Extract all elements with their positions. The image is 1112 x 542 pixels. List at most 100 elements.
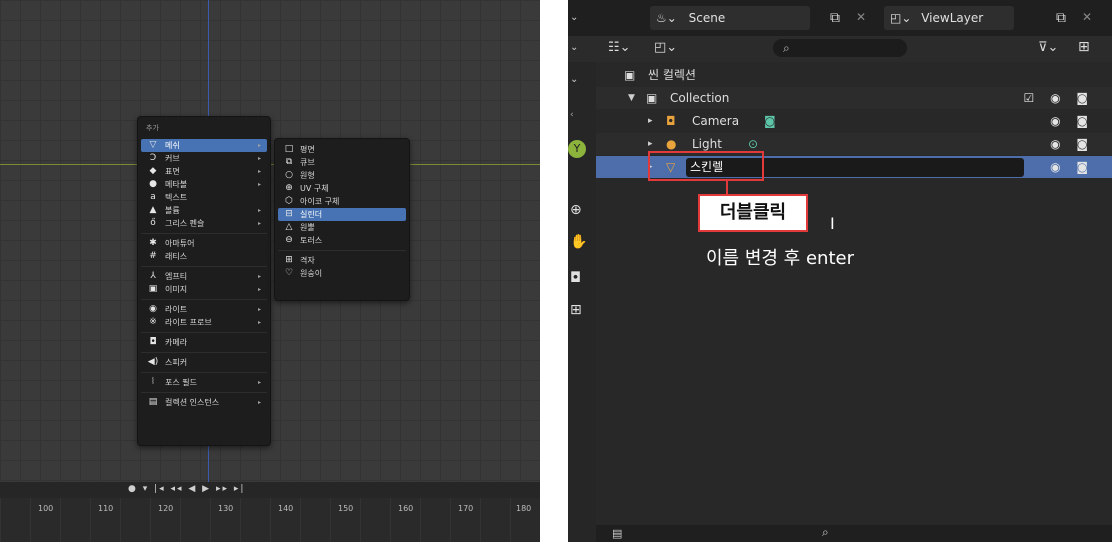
viewlayer-selector[interactable]: ◰⌄ ViewLayer <box>884 6 1014 30</box>
uv-sphere-icon: ⊕ <box>285 183 293 193</box>
zoom-icon[interactable]: ⊕ <box>570 202 582 218</box>
menu-item-label: 원숭이 <box>300 269 323 278</box>
menu-item-label: 메타볼 <box>165 180 188 189</box>
menu-item-curve[interactable]: Ↄ 커브 ▸ <box>141 152 267 165</box>
menu-item-label: 격자 <box>300 256 315 265</box>
row-visibility-icons[interactable]: ◉ ◙ <box>1050 133 1094 155</box>
cone-icon: △ <box>285 222 293 232</box>
menu-item-label: 텍스트 <box>165 193 188 202</box>
filter-icon[interactable]: ⊽⌄ <box>1038 40 1058 55</box>
outliner-row-collection[interactable]: ▼ ▣ Collection ☑ ◉ ◙ <box>596 87 1112 109</box>
submenu-item-cone[interactable]: △ 원뿔 <box>278 221 406 234</box>
submenu-item-circle[interactable]: ○ 원형 <box>278 169 406 182</box>
menu-item-label: UV 구체 <box>300 184 329 193</box>
close-icon[interactable]: ✕ <box>1082 10 1092 24</box>
chevron-left-icon[interactable]: ‹ <box>570 110 574 120</box>
menu-item-surface[interactable]: ◆ 표면 ▸ <box>141 165 267 178</box>
submenu-item-ico-sphere[interactable]: ⬡ 아이코 구체 <box>278 195 406 208</box>
search-icon[interactable]: ⌕ <box>822 525 829 540</box>
submenu-item-cylinder[interactable]: ⊟ 실린더 <box>278 208 406 221</box>
row-visibility-icons[interactable]: ◉ ◙ <box>1050 110 1094 132</box>
submenu-arrow-icon: ▸ <box>257 168 261 175</box>
menu-item-label: 표면 <box>165 167 180 176</box>
menu-item-label: 평면 <box>300 145 315 154</box>
submenu-arrow-icon: ▸ <box>257 379 261 386</box>
chevron-down-icon[interactable]: ⌄ <box>570 42 578 53</box>
menu-item-lattice[interactable]: # 래티스 <box>141 250 267 263</box>
frame-tick: 100 <box>38 504 54 513</box>
menu-item-light-probe[interactable]: ※ 라이트 프로브 ▸ <box>141 316 267 329</box>
scene-selector[interactable]: ♨⌄ Scene <box>650 6 810 30</box>
menu-item-camera[interactable]: ◘ 카메라 <box>141 336 267 349</box>
light-probe-icon: ※ <box>149 317 157 327</box>
menu-item-label: 컬렉션 인스턴스 <box>165 398 220 407</box>
menu-item-speaker[interactable]: ◀) 스피커 <box>141 356 267 369</box>
chevron-down-icon[interactable]: ⌄ <box>570 74 578 85</box>
grease-pencil-icon: ő <box>150 218 156 228</box>
y-axis-gizmo-icon[interactable]: Y <box>568 140 586 158</box>
chevron-down-icon[interactable]: ⌄ <box>570 12 578 23</box>
submenu-item-torus[interactable]: ⊖ 토러스 <box>278 234 406 247</box>
expand-triangle-icon[interactable]: ▼ <box>628 87 635 109</box>
menu-item-mesh[interactable]: ▽ 메쉬 ▸ <box>141 139 267 152</box>
frame-tick: 110 <box>98 504 114 513</box>
frame-tick: 120 <box>158 504 174 513</box>
menu-item-label: 아이코 구체 <box>300 197 340 206</box>
new-collection-icon[interactable]: ⊞ <box>1078 39 1090 55</box>
outliner-row-camera[interactable]: ▸ ◘ Camera ◙ ◉ ◙ <box>596 110 1112 132</box>
editor-type-icon[interactable]: ☷⌄ <box>608 40 631 55</box>
frame-tick: 130 <box>218 504 234 513</box>
menu-item-text[interactable]: a 텍스트 <box>141 191 267 204</box>
menu-separator <box>278 250 406 251</box>
menu-separator <box>141 352 267 353</box>
submenu-item-cube[interactable]: ⧉ 큐브 <box>278 156 406 169</box>
menu-item-metaball[interactable]: ● 메타볼 ▸ <box>141 178 267 191</box>
playback-controls[interactable]: ● ▾ |◂ ◂◂ ◀ ▶ ▸▸ ▸| <box>128 484 245 494</box>
menu-item-force-field[interactable]: ⦚ 포스 필드 ▸ <box>141 376 267 389</box>
submenu-arrow-icon: ▸ <box>257 181 261 188</box>
editor-type-icon[interactable]: ▤ <box>612 527 622 540</box>
submenu-item-grid[interactable]: ⊞ 격자 <box>278 254 406 267</box>
row-visibility-icons[interactable]: ☑ ◉ ◙ <box>1024 87 1095 109</box>
submenu-arrow-icon: ▸ <box>257 273 261 280</box>
menu-item-label: 래티스 <box>165 252 188 261</box>
menu-item-empty[interactable]: ⅄ 엠프티 ▸ <box>141 270 267 283</box>
grid-view-icon[interactable]: ⊞ <box>570 302 582 318</box>
row-visibility-icons[interactable]: ◉ ◙ <box>1050 156 1094 178</box>
submenu-item-monkey[interactable]: ♡ 원숭이 <box>278 267 406 280</box>
viewlayer-icon: ◰⌄ <box>890 11 912 25</box>
menu-item-label: 포스 필드 <box>165 378 197 387</box>
ico-sphere-icon: ⬡ <box>285 196 293 206</box>
scene-name: Scene <box>688 11 726 25</box>
close-icon[interactable]: ✕ <box>856 10 866 24</box>
menu-separator <box>141 392 267 393</box>
menu-item-label: 그리스 펜슬 <box>165 219 205 228</box>
expand-triangle-icon[interactable]: ▸ <box>648 110 653 132</box>
scene-collection-row[interactable]: ▣ 씬 컬렉션 <box>596 64 1112 86</box>
row-name: Collection <box>670 91 730 105</box>
menu-item-collection-instance[interactable]: ▤ 컬렉션 인스턴스 ▸ <box>141 396 267 409</box>
menu-item-grease-pencil[interactable]: ő 그리스 펜슬 ▸ <box>141 217 267 230</box>
text-icon: a <box>150 192 156 202</box>
submenu-arrow-icon: ▸ <box>257 155 261 162</box>
camera-view-icon[interactable]: ◘ <box>570 270 581 286</box>
image-icon: ▣ <box>148 284 158 294</box>
menu-item-label: 메쉬 <box>165 141 180 150</box>
display-mode-icon[interactable]: ◰⌄ <box>654 40 677 55</box>
submenu-item-uv-sphere[interactable]: ⊕ UV 구체 <box>278 182 406 195</box>
viewport-3d[interactable]: 추가 ▽ 메쉬 ▸ Ↄ 커브 ▸ ◆ 표면 ▸ ● 메타볼 ▸ a 텍스트 ▲ … <box>0 0 540 542</box>
menu-item-label: 카메라 <box>165 338 188 347</box>
menu-item-armature[interactable]: ✱ 아마튜어 <box>141 237 267 250</box>
menu-item-light[interactable]: ◉ 라이트 ▸ <box>141 303 267 316</box>
menu-item-image[interactable]: ▣ 이미지 ▸ <box>141 283 267 296</box>
new-scene-icon[interactable]: ⧉ <box>830 10 840 26</box>
menu-item-volume[interactable]: ▲ 볼륨 ▸ <box>141 204 267 217</box>
hand-pan-icon[interactable]: ✋ <box>570 234 587 250</box>
mesh-icon: ▽ <box>149 140 157 150</box>
new-viewlayer-icon[interactable]: ⧉ <box>1056 10 1066 26</box>
submenu-item-plane[interactable]: □ 평면 <box>278 143 406 156</box>
submenu-arrow-icon: ▸ <box>257 207 261 214</box>
search-input[interactable]: ⌕ <box>773 39 907 57</box>
menu-item-label: 라이트 프로브 <box>165 318 212 327</box>
empty-icon: ⅄ <box>150 271 156 281</box>
